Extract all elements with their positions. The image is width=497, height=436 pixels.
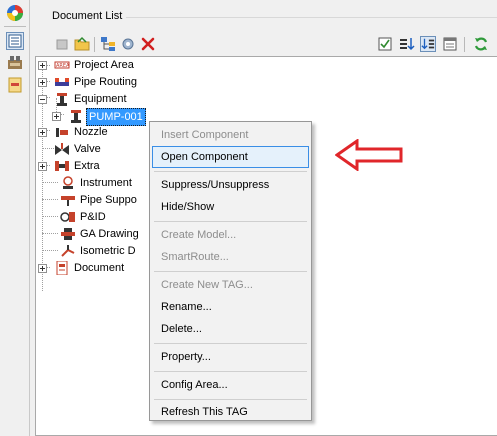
tree-item-label: Equipment — [74, 93, 127, 105]
isometric-icon — [60, 244, 76, 258]
menu-item-insert-component[interactable]: Insert Component — [152, 124, 309, 146]
refresh-icon[interactable] — [473, 36, 489, 52]
menu-item-create-model[interactable]: Create Model... — [152, 224, 309, 246]
tree-item-equipment[interactable]: Equipment — [36, 91, 196, 107]
document-icon — [54, 260, 70, 276]
expand-icon[interactable] — [38, 162, 47, 171]
tree-item-label: Pipe Suppo — [80, 194, 137, 206]
expand-icon[interactable] — [38, 61, 47, 70]
toolbar-separator — [4, 26, 26, 27]
menu-item-suppress-unsuppress[interactable]: Suppress/Unsuppress — [152, 174, 309, 196]
project-area-icon: AREA — [54, 58, 70, 72]
tree-item-label: Valve — [74, 143, 101, 155]
extra-icon — [54, 159, 70, 173]
tree-item-label: P&ID — [80, 211, 106, 223]
tree-item-label: Project Area — [74, 59, 134, 71]
pid-icon — [60, 210, 76, 224]
menu-item-hide-show[interactable]: Hide/Show — [152, 196, 309, 218]
context-menu: Insert Component Open Component Suppress… — [149, 121, 312, 421]
tree-item-pipe-routing[interactable]: Pipe Routing — [36, 74, 196, 90]
expand-icon[interactable] — [38, 78, 47, 87]
red-arrow-icon — [334, 138, 405, 172]
expand-icon[interactable] — [52, 112, 61, 121]
property-manager-icon[interactable] — [6, 54, 24, 72]
delete-icon[interactable] — [140, 36, 156, 52]
tree-item-label: Instrument — [80, 177, 132, 189]
valve-icon — [54, 142, 70, 156]
open-icon[interactable] — [54, 36, 70, 52]
menu-separator — [154, 221, 307, 222]
pipe-routing-icon[interactable] — [6, 76, 24, 94]
sheet-icon[interactable] — [442, 36, 458, 52]
menu-item-create-new-tag[interactable]: Create New TAG... — [152, 274, 309, 296]
tree-item-label: Isometric D — [80, 245, 136, 257]
tree-item-label: Nozzle — [74, 126, 108, 138]
menu-separator — [154, 171, 307, 172]
settings-icon[interactable] — [120, 36, 136, 52]
expand-icon[interactable] — [38, 264, 47, 273]
tree-item-label: Pipe Routing — [74, 76, 137, 88]
menu-item-open-component[interactable]: Open Component — [152, 146, 309, 168]
tree-item-label: Document — [74, 262, 125, 274]
menu-item-rename[interactable]: Rename... — [152, 296, 309, 318]
color-wheel-icon[interactable] — [6, 4, 24, 22]
left-toolbar — [0, 0, 30, 436]
menu-item-refresh-this-tag[interactable]: Refresh This TAG — [152, 401, 309, 423]
nozzle-icon — [54, 125, 70, 139]
menu-item-property[interactable]: Property... — [152, 346, 309, 368]
sort-icon[interactable] — [399, 36, 415, 52]
menu-item-smartroute[interactable]: SmartRoute... — [152, 246, 309, 268]
check-icon[interactable] — [377, 36, 393, 52]
toolbar-separator — [94, 37, 95, 52]
tree-icon[interactable] — [100, 36, 116, 52]
folder-icon[interactable] — [74, 36, 90, 52]
panel-title-divider — [126, 17, 497, 18]
menu-separator — [154, 371, 307, 372]
menu-item-delete[interactable]: Delete... — [152, 318, 309, 340]
tree-item-label: GA Drawing — [80, 228, 139, 240]
toolbar-separator — [464, 37, 465, 52]
panel-title: Document List — [52, 10, 123, 22]
pipe-routing-icon — [54, 75, 70, 89]
expand-icon[interactable] — [38, 128, 47, 137]
document-list-icon[interactable] — [6, 32, 24, 50]
pipe-support-icon — [60, 193, 76, 207]
menu-separator — [154, 343, 307, 344]
tree-item-label: Extra — [74, 160, 100, 172]
tree-item-project-area[interactable]: AREA Project Area — [36, 57, 196, 73]
svg-text:AREA: AREA — [56, 63, 70, 69]
menu-separator — [154, 399, 307, 400]
menu-separator — [154, 271, 307, 272]
document-list-toolbar — [30, 34, 497, 56]
collapse-icon[interactable] — [38, 95, 47, 104]
pump-icon — [68, 109, 84, 123]
menu-item-config-area[interactable]: Config Area... — [152, 374, 309, 396]
sort-alt-icon[interactable] — [420, 36, 436, 52]
equipment-icon — [54, 92, 70, 106]
instrument-icon — [60, 176, 76, 190]
ga-drawing-icon — [60, 227, 76, 241]
